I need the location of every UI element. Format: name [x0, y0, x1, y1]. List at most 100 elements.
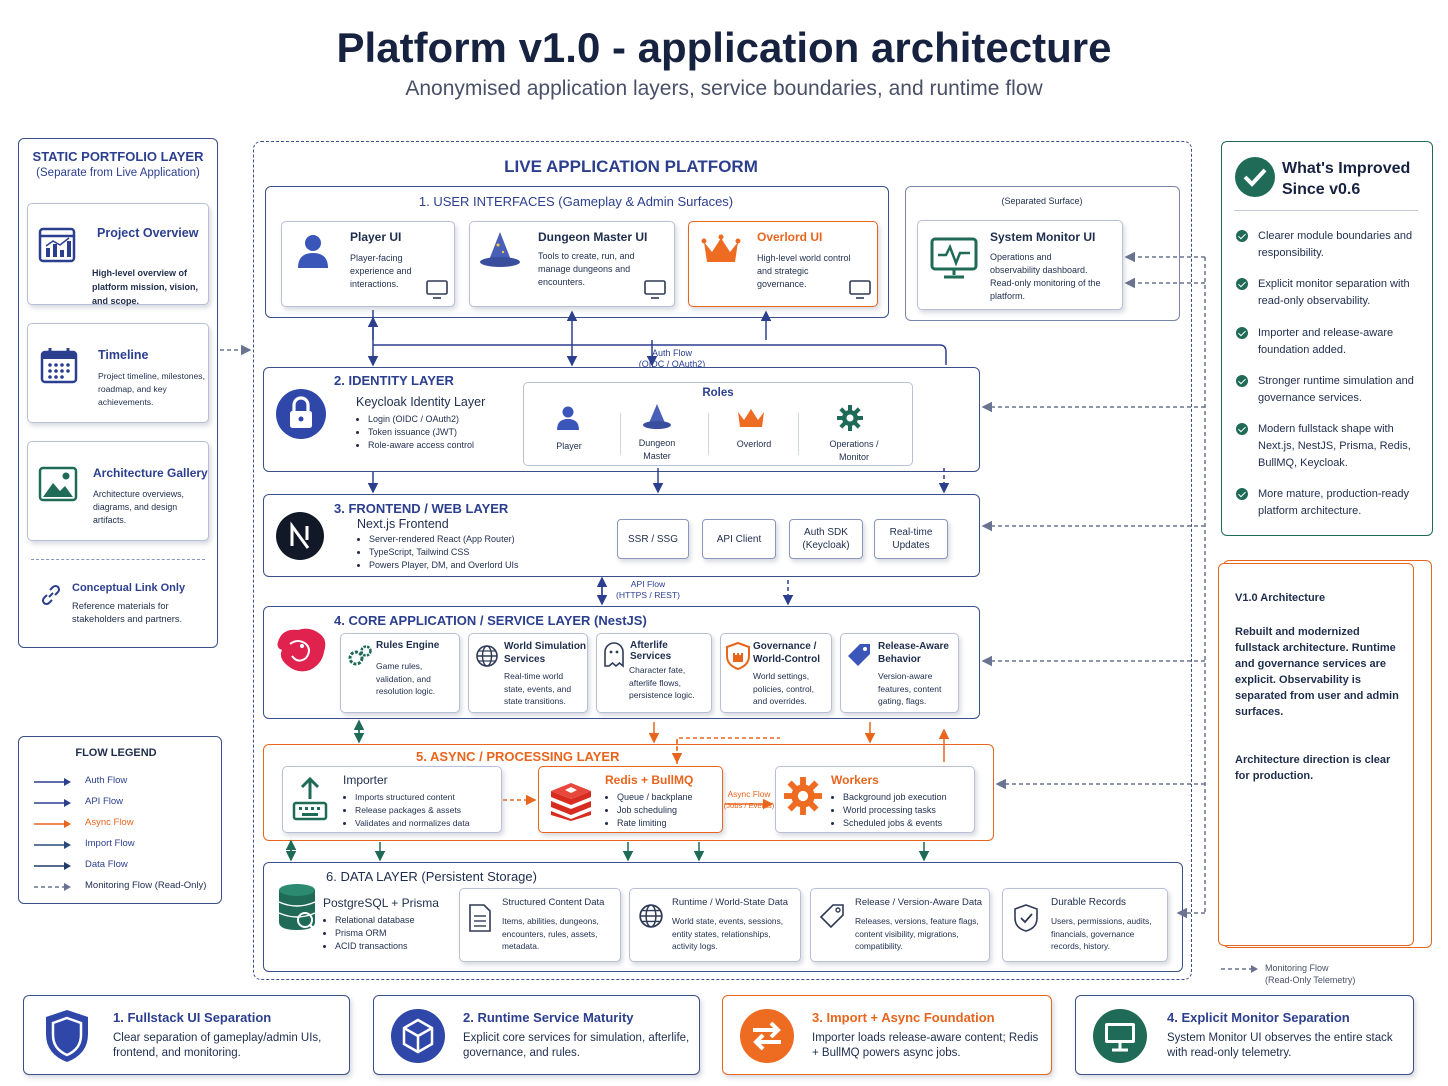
conceptual-link-desc: Reference materials for stakeholders and…: [72, 601, 183, 624]
nextjs-title: Next.js Frontend: [357, 517, 449, 531]
bullet-item: Relational database: [335, 914, 443, 927]
release-version-data-card[interactable]: Release / Version-Aware Data Releases, v…: [810, 888, 990, 962]
player-ui-desc: Player-facing experience and interaction…: [350, 253, 412, 289]
improved-item: Importer and release-aware foundation ad…: [1258, 327, 1394, 356]
improved-item: Explicit monitor separation with read-on…: [1258, 278, 1410, 307]
workers-card[interactable]: Workers Background job executionWorld pr…: [775, 766, 975, 833]
workers-title: Workers: [831, 773, 879, 787]
timeline-card[interactable]: Timeline Project timeline, milestones, r…: [27, 323, 209, 423]
page-title: Platform v1.0 - application architecture: [336, 24, 1112, 71]
structured-content-card[interactable]: Structured Content Data Items, abilities…: [459, 888, 621, 962]
bullet-item: World processing tasks: [843, 804, 973, 817]
roles-panel: Roles Player Dungeon Master Overlord Ope…: [523, 382, 913, 466]
monitor-icon: [426, 280, 448, 299]
dungeon-master-ui-title: Dungeon Master UI: [538, 230, 648, 244]
pill-realtime-updates[interactable]: Real-time Updates: [874, 519, 948, 559]
bullet-item: Job scheduling: [617, 804, 715, 817]
improved-panel: What's Improved Since v0.6 Clearer modul…: [1221, 141, 1433, 536]
identity-bullets: Login (OIDC / OAuth2)Token issuance (JWT…: [356, 413, 516, 452]
redis-bullmq-card[interactable]: Redis + BullMQ Queue / backplaneJob sche…: [538, 766, 723, 833]
governance-desc: World settings, policies, control, and o…: [753, 671, 814, 706]
system-monitor-ui-title: System Monitor UI: [990, 230, 1096, 244]
governance-card[interactable]: Governance / World-Control World setting…: [720, 633, 832, 713]
static-divider: [31, 559, 205, 560]
release-version-data-desc: Releases, versions, feature flags, conte…: [855, 916, 979, 951]
legend-arrow: [34, 841, 71, 849]
globe-icon: [639, 904, 663, 928]
ui-layer-title: 1. USER INTERFACES (Gameplay & Admin Sur…: [418, 194, 734, 209]
bullet-item: Validates and normalizes data: [355, 817, 503, 830]
rules-engine-card[interactable]: Rules Engine Game rules, validation, and…: [340, 633, 460, 713]
highlight-3-desc: Importer loads release-aware content; Re…: [812, 1032, 1039, 1059]
system-monitor-ui-card[interactable]: System Monitor UI Operations and observa…: [917, 220, 1123, 310]
api-flow-label: API Flow (HTTPS / REST): [606, 579, 690, 601]
frontend-layer-title: 3. FRONTEND / WEB LAYER: [334, 501, 509, 516]
tag-outline-icon: [819, 904, 844, 929]
highlight-4-desc: System Monitor UI observes the entire st…: [1167, 1032, 1393, 1059]
highlight-2-desc: Explicit core services for simulation, a…: [463, 1032, 690, 1059]
check-icon: [1236, 375, 1248, 387]
durable-records-desc: Users, permissions, audits, financials, …: [1051, 916, 1152, 951]
bullet-item: Token issuance (JWT): [368, 426, 516, 439]
world-simulation-card[interactable]: World Simulation Services Real-time worl…: [468, 633, 588, 713]
calendar-icon: [40, 348, 78, 384]
nestjs-logo-icon: [277, 628, 326, 672]
afterlife-services-card[interactable]: Afterlife Services Character fate, after…: [596, 633, 712, 713]
page-subtitle: Anonymised application layers, service b…: [405, 77, 1043, 100]
runtime-world-state-desc: World state, events, sessions, entity st…: [672, 916, 784, 951]
importer-bullets: Imports structured contentRelease packag…: [343, 791, 503, 830]
v1-para1: Rebuilt and modernized fullstack archite…: [1235, 626, 1399, 718]
improved-item: Modern fullstack shape with Next.js, Nes…: [1258, 423, 1411, 469]
monitoring-note-line2: (Read-Only Telemetry): [1265, 975, 1356, 985]
desktop-monitor-icon: [1093, 1009, 1147, 1063]
player-ui-card[interactable]: Player UI Player-facing experience and i…: [281, 221, 455, 307]
durable-records-card[interactable]: Durable Records Users, permissions, audi…: [1002, 888, 1168, 962]
pill-auth-sdk[interactable]: Auth SDK (Keycloak): [789, 519, 863, 559]
release-version-data-title: Release / Version-Aware Data: [855, 897, 983, 908]
postgres-bullets: Relational databasePrisma ORMACID transa…: [323, 914, 443, 953]
crown-icon: [701, 234, 741, 262]
static-layer-title: STATIC PORTFOLIO LAYER: [32, 149, 204, 164]
shield-icon: [46, 1010, 88, 1062]
roles-divider: [620, 413, 621, 455]
link-icon: [41, 584, 61, 606]
timeline-desc: Project timeline, milestones, roadmap, a…: [98, 371, 205, 407]
role-player-icon: [557, 406, 579, 430]
release-aware-card[interactable]: Release-Aware Behavior Version-aware fea…: [840, 633, 959, 713]
legend-row: API Flow: [33, 796, 213, 810]
overlord-ui-title: Overlord UI: [757, 230, 823, 244]
lock-icon: [276, 389, 326, 439]
check-icon: [1236, 423, 1248, 435]
roles-divider: [708, 413, 709, 455]
redis-bullmq-title: Redis + BullMQ: [605, 773, 694, 787]
afterlife-services-desc: Character fate, afterlife flows, persist…: [629, 665, 695, 700]
highlight-import-async: 3. Import + Async Foundation Importer lo…: [722, 995, 1052, 1075]
legend-label: API Flow: [85, 796, 124, 807]
runtime-world-state-card[interactable]: Runtime / World-State Data World state, …: [629, 888, 801, 962]
legend-row: Data Flow: [33, 859, 213, 873]
project-overview-title: Project Overview: [97, 226, 199, 240]
workers-gear-icon: [784, 777, 822, 815]
overlord-ui-card[interactable]: Overlord UI High-level world control and…: [688, 221, 878, 307]
monitor-icon: [849, 280, 871, 299]
image-icon: [38, 466, 78, 502]
dungeon-master-ui-desc: Tools to create, run, and manage dungeon…: [538, 251, 635, 287]
bullet-item: Imports structured content: [355, 791, 503, 804]
async-layer-title: 5. ASYNC / PROCESSING LAYER: [416, 749, 620, 764]
structured-content-title: Structured Content Data: [502, 897, 605, 908]
check-icon: [1236, 488, 1248, 500]
legend-arrow: [34, 778, 71, 786]
frontend-bullets: Server-rendered React (App Router)TypeSc…: [357, 533, 587, 572]
api-flow-line2: (HTTPS / REST): [616, 590, 680, 600]
pill-api-client[interactable]: API Client: [702, 519, 776, 559]
project-overview-card[interactable]: Project Overview High-level overview of …: [27, 203, 209, 306]
pill-ssr-ssg[interactable]: SSR / SSG: [617, 519, 689, 559]
importer-card[interactable]: Importer Imports structured contentRelea…: [282, 766, 502, 833]
conceptual-link-title: Conceptual Link Only: [72, 582, 186, 594]
dungeon-master-ui-card[interactable]: Dungeon Master UI Tools to create, run, …: [469, 221, 675, 307]
separated-surface-label: (Separated Surface): [1001, 196, 1083, 206]
architecture-gallery-card[interactable]: Architecture Gallery Architecture overvi…: [27, 441, 209, 541]
legend-label: Monitoring Flow (Read-Only): [85, 880, 207, 891]
monitor-icon: [644, 280, 666, 299]
release-aware-desc: Version-aware features, content gating, …: [878, 671, 942, 706]
